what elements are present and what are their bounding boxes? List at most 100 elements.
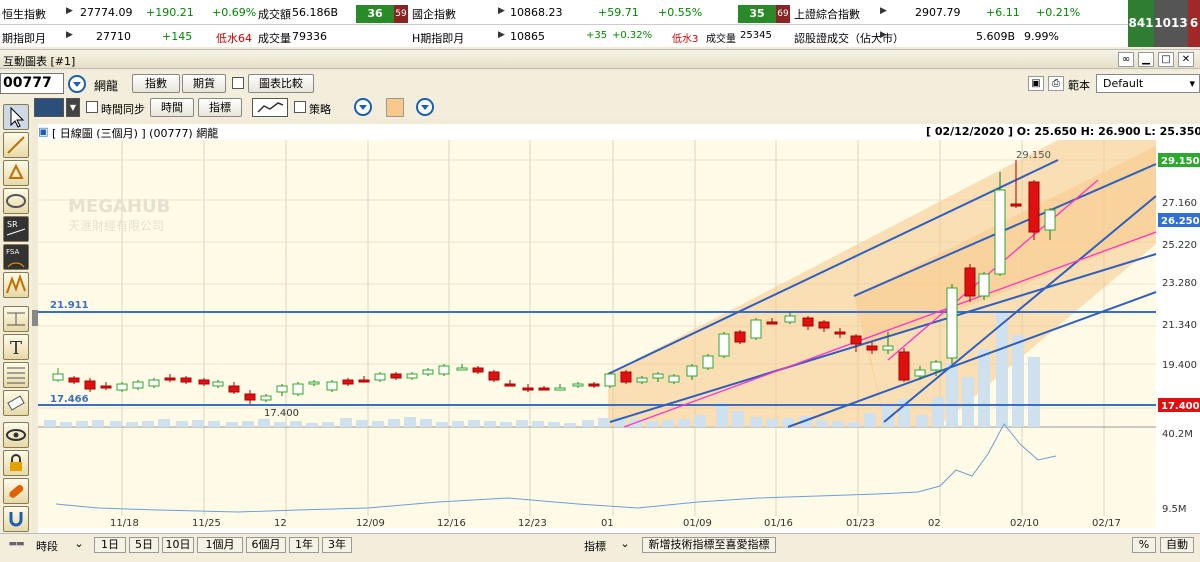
advancers-badge: 35 bbox=[738, 5, 776, 23]
low-label: 17.400 bbox=[264, 408, 299, 419]
maximize-icon[interactable]: □ bbox=[1158, 52, 1174, 67]
candle-up bbox=[554, 387, 566, 391]
period-button[interactable]: 1個月 bbox=[197, 537, 243, 553]
period-button[interactable]: 5日 bbox=[129, 537, 159, 553]
index-button[interactable]: 指數 bbox=[132, 74, 180, 93]
candle-up bbox=[456, 367, 468, 371]
ticker-name[interactable]: 上證綜合指數 bbox=[794, 6, 860, 22]
symbol-dropdown-icon[interactable] bbox=[68, 75, 86, 93]
ellipse-tool-icon[interactable] bbox=[3, 188, 29, 214]
lock-icon[interactable] bbox=[3, 450, 29, 476]
breadth-flat: 1013 bbox=[1154, 0, 1188, 47]
eraser-tool-icon[interactable] bbox=[3, 390, 29, 416]
ticker-name[interactable]: H期指即月 bbox=[412, 30, 464, 46]
pill-icon[interactable] bbox=[3, 478, 29, 504]
x-axis-label: 01/23 bbox=[846, 518, 875, 529]
candle-up bbox=[1044, 209, 1056, 231]
volume-bar bbox=[92, 420, 104, 427]
candle-up bbox=[212, 381, 224, 387]
chevron-down-icon[interactable]: ⌄ bbox=[72, 537, 86, 553]
print-icon[interactable]: ⎙ bbox=[1048, 76, 1064, 91]
chevron-down-icon[interactable]: ▼ bbox=[66, 98, 80, 117]
ticker-vol: 56.186B bbox=[292, 6, 339, 19]
candle-down bbox=[522, 387, 534, 391]
window-title: 互動圖表 [#1] bbox=[3, 55, 76, 68]
period-button[interactable]: 3年 bbox=[322, 537, 352, 553]
svg-text:FSA: FSA bbox=[6, 248, 19, 256]
volume-bar bbox=[110, 421, 122, 427]
x-axis-label: 12/09 bbox=[356, 518, 385, 529]
candle-up bbox=[326, 381, 338, 391]
candle-up bbox=[260, 395, 272, 401]
volume-bar bbox=[1028, 357, 1040, 427]
ticker-row-1: 恒生指數 ▶ 27774.09 +190.21 +0.69% 成交額 56.18… bbox=[0, 1, 1128, 24]
candle-down bbox=[244, 393, 256, 401]
candle-down bbox=[228, 385, 240, 393]
magnet-icon[interactable] bbox=[3, 506, 29, 532]
candle-up bbox=[148, 379, 160, 387]
save-icon[interactable]: ▣ bbox=[1028, 76, 1044, 91]
compare-checkbox[interactable] bbox=[232, 77, 244, 89]
time-button[interactable]: 時間 bbox=[150, 98, 194, 117]
minimize-icon[interactable]: ▁ bbox=[1138, 52, 1154, 67]
line-chart-icon[interactable] bbox=[252, 98, 288, 117]
indicator-button[interactable]: 指標 bbox=[198, 98, 242, 117]
candle-down bbox=[68, 377, 80, 383]
chart-type-icon[interactable] bbox=[34, 98, 64, 117]
close-icon[interactable]: ✕ bbox=[1178, 52, 1194, 67]
auto-scale-button[interactable]: 自動 bbox=[1160, 537, 1194, 553]
ticker-name[interactable]: 認股證成交（佔大市） bbox=[794, 30, 904, 46]
fibonacci-arc-tool-icon[interactable]: FSA bbox=[3, 244, 29, 270]
chevron-down-icon[interactable]: ⌄ bbox=[618, 537, 632, 553]
volume-bar bbox=[516, 420, 528, 427]
price-tag-label: 17.400 bbox=[1161, 401, 1200, 412]
volume-bar bbox=[750, 417, 762, 427]
color-swatch[interactable] bbox=[386, 98, 404, 117]
period-button[interactable]: 1年 bbox=[289, 537, 319, 553]
wave-tool-icon[interactable] bbox=[3, 272, 29, 298]
strategy-checkbox[interactable] bbox=[294, 101, 306, 113]
symbol-input[interactable]: 00777 bbox=[0, 73, 64, 94]
volume-bar bbox=[44, 420, 56, 427]
watermark: MEGAHUB bbox=[68, 196, 170, 217]
scroll-handle-icon[interactable]: ▬▬ bbox=[2, 537, 30, 553]
percent-button[interactable]: % bbox=[1132, 537, 1156, 553]
candle-up bbox=[914, 369, 926, 377]
period-button[interactable]: 10日 bbox=[162, 537, 194, 553]
template-select[interactable]: Default ▾ bbox=[1096, 74, 1200, 93]
strategy-dropdown-icon[interactable] bbox=[354, 98, 372, 116]
support-resistance-tool-icon[interactable]: SR bbox=[3, 216, 29, 242]
link-icon[interactable]: ∞ bbox=[1118, 52, 1134, 67]
price-chart[interactable]: MEGAHUB天滙財經有限公司 21.911 17.466 29.150 17.400 2… bbox=[38, 124, 1200, 540]
ticker-vol: 25345 bbox=[740, 30, 772, 41]
pointer-tool-icon[interactable] bbox=[3, 104, 29, 130]
candle-down bbox=[850, 335, 862, 345]
text-tool-icon[interactable]: T bbox=[3, 334, 29, 360]
candle-up bbox=[668, 375, 680, 383]
eye-icon[interactable] bbox=[3, 422, 29, 448]
volume-bar bbox=[226, 422, 238, 427]
ticker-name[interactable]: 國企指數 bbox=[412, 6, 456, 22]
fibonacci-tool-icon[interactable] bbox=[3, 362, 29, 388]
futures-button[interactable]: 期貨 bbox=[182, 74, 226, 93]
ticker-discount: 低水3 bbox=[672, 34, 699, 45]
candle-up bbox=[604, 373, 616, 387]
svg-text:T: T bbox=[10, 338, 22, 359]
ticker-name[interactable]: 恒生指數 bbox=[2, 6, 46, 22]
period-button[interactable]: 6個月 bbox=[246, 537, 286, 553]
trendline-tool-icon[interactable] bbox=[3, 132, 29, 158]
decliners-badge: 69 bbox=[776, 5, 790, 23]
channel-tool-icon[interactable] bbox=[3, 306, 29, 332]
alert-tool-icon[interactable] bbox=[3, 160, 29, 186]
volume-bar bbox=[420, 419, 432, 427]
add-indicator-button[interactable]: 新增技術指標至喜愛指標 bbox=[642, 537, 776, 553]
compare-button[interactable]: 圖表比較 bbox=[248, 74, 314, 93]
chart-area[interactable]: ▣ [ 日線圖 (三個月) ] (00777) 網龍 [ 02/12/2020 … bbox=[38, 124, 1200, 540]
period-button[interactable]: 1日 bbox=[94, 537, 126, 553]
ticker-vol-label: 成交量 bbox=[258, 32, 291, 45]
sync-checkbox[interactable] bbox=[86, 101, 98, 113]
candle-down bbox=[818, 321, 830, 329]
ticker-name[interactable]: 期指即月 bbox=[2, 30, 46, 46]
color-dropdown-icon[interactable] bbox=[416, 98, 434, 116]
candle-down bbox=[538, 387, 550, 391]
